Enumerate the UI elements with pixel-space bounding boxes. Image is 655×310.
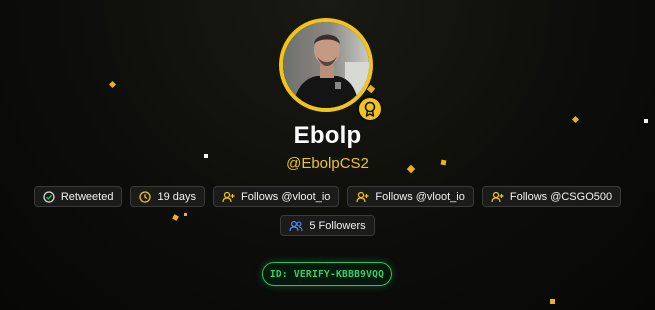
- avatar[interactable]: [279, 18, 373, 112]
- follows-badge: Follows @vloot_io: [212, 186, 340, 207]
- user-plus-icon: [491, 191, 504, 202]
- retweeted-badge: Retweeted: [33, 186, 123, 207]
- check-circle-icon: [43, 190, 55, 203]
- users-icon: [289, 220, 303, 231]
- chip-label: Follows @vloot_io: [240, 190, 331, 203]
- badge-row: Retweeted 19 days Follows @vloot_io Foll…: [0, 186, 655, 207]
- account-age-badge: 19 days: [130, 186, 205, 207]
- profile-handle[interactable]: @EbolpCS2: [0, 155, 655, 172]
- clock-icon: [139, 190, 152, 203]
- followers-badge: 5 Followers: [280, 215, 375, 236]
- chip-label: Retweeted: [60, 190, 114, 203]
- chip-label: Follows @CSGO500: [509, 190, 613, 203]
- follows-badge: Follows @vloot_io: [347, 186, 474, 207]
- follows-badge: Follows @CSGO500: [481, 186, 622, 207]
- profile-name: Ebolp: [293, 122, 362, 149]
- chip-label: 5 Followers: [309, 219, 366, 232]
- profile-photo: [283, 22, 369, 108]
- chip-label: 19 days: [157, 190, 196, 203]
- verify-id-text: ID: VERIFY-KBBB9VQQ: [269, 268, 385, 280]
- user-plus-icon: [222, 191, 235, 202]
- user-plus-icon: [356, 191, 369, 202]
- award-ribbon-icon: [357, 96, 383, 122]
- followers-row: 5 Followers: [0, 215, 655, 236]
- verify-id-badge[interactable]: ID: VERIFY-KBBB9VQQ: [262, 262, 392, 286]
- chip-label: Follows @vloot_io: [375, 190, 465, 203]
